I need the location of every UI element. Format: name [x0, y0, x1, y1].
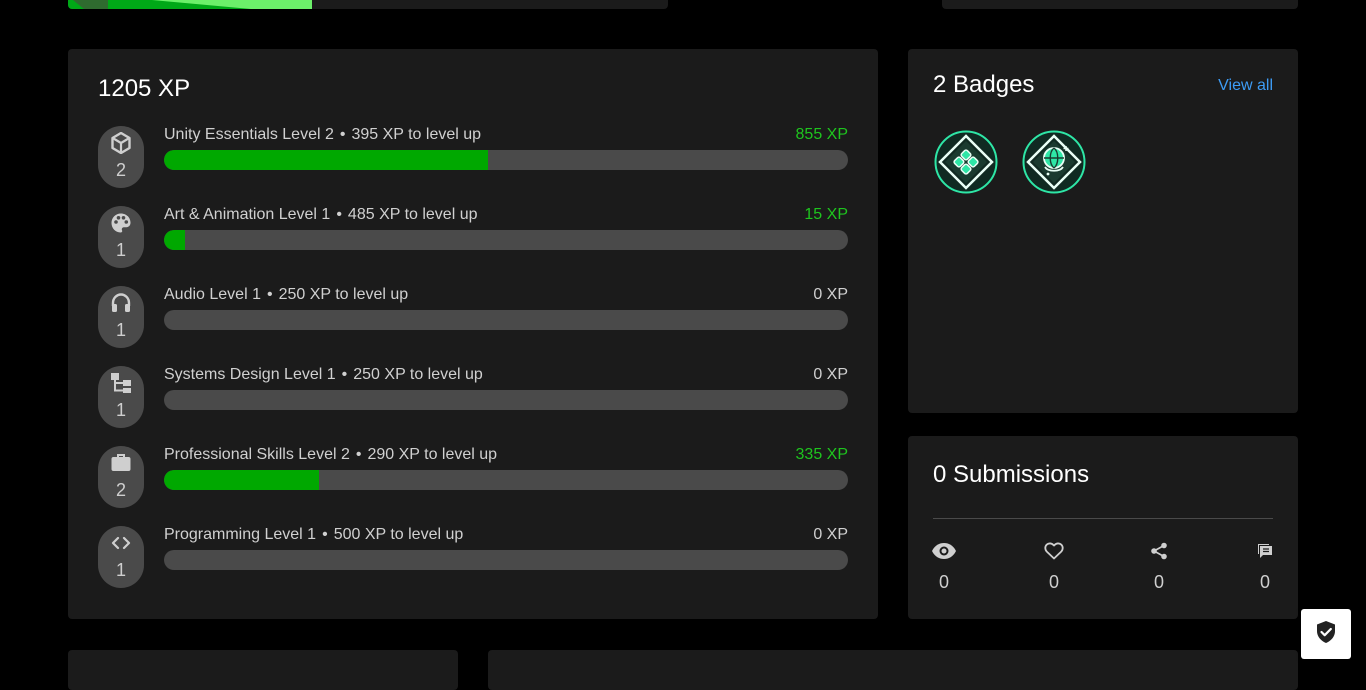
skill-xp-value: 0 XP: [813, 526, 848, 543]
privacy-settings-button[interactable]: [1301, 609, 1351, 659]
skill-level-number: 1: [115, 400, 126, 420]
skill-row-programming: 1 Programming Level 1 • 500 XP to level up…: [98, 526, 848, 590]
likes-count: 0: [1048, 572, 1059, 592]
shield-check-icon: [1315, 620, 1337, 649]
skill-title: Art & Animation Level 1 • 485 XP to level …: [164, 206, 478, 224]
skill-to-next: 250 XP to level up: [278, 286, 409, 303]
skill-progress-bar: [164, 230, 848, 250]
skill-to-next: 395 XP to level up: [351, 126, 482, 143]
skill-row-art-animation: 1 Art & Animation Level 1 • 485 XP to leve…: [98, 206, 848, 270]
xp-total: 1205 XP: [98, 75, 191, 102]
skill-row-audio: 1 Audio Level 1 • 250 XP to level up 0 XP: [98, 286, 848, 350]
skill-level-number: 2: [115, 160, 126, 180]
skill-level-badge: 2: [98, 446, 144, 508]
skill-level-badge: 2: [98, 126, 144, 188]
submissions-divider: [933, 518, 1273, 519]
separator-dot: •: [339, 126, 346, 143]
skill-row-professional-skills: 2 Professional Skills Level 2 • 290 XP to …: [98, 446, 848, 510]
skill-progress-fill: [164, 150, 489, 170]
separator-dot: •: [336, 206, 342, 223]
briefcase-icon: [110, 452, 132, 474]
palette-icon: [110, 212, 132, 234]
skill-name: Unity Essentials Level 2: [164, 126, 334, 143]
separator-dot: •: [322, 526, 328, 543]
xp-panel: 1205 XP 2 Unity Essentials Level 2 • 395 X…: [68, 49, 878, 619]
views-stat: 0: [924, 540, 964, 593]
bottom-right-card: [488, 650, 1298, 690]
likes-stat: 0: [1034, 540, 1074, 593]
skill-name: Systems Design Level 1: [164, 366, 336, 383]
game-controller-badge-icon[interactable]: [934, 130, 998, 194]
unity-icon: [110, 132, 132, 154]
badges-title: 2 Badges: [933, 71, 1035, 98]
skill-title: Programming Level 1 • 500 XP to level up: [164, 526, 463, 544]
share-icon: [1139, 540, 1179, 562]
top-progress-card: [68, 0, 668, 9]
skill-row-systems-design: 1 Systems Design Level 1 • 250 XP to level…: [98, 366, 848, 430]
skill-level-badge: 1: [98, 286, 144, 348]
skill-level-badge: 1: [98, 366, 144, 428]
skill-level-badge: 1: [98, 206, 144, 268]
skill-progress-bar: [164, 550, 848, 570]
skill-level-badge: 1: [98, 526, 144, 588]
skill-progress-bar: [164, 390, 848, 410]
skill-to-next: 500 XP to level up: [333, 526, 464, 543]
separator-dot: •: [355, 446, 362, 463]
skill-level-number: 2: [115, 480, 126, 500]
skill-xp-value: 855 XP: [795, 126, 848, 143]
shares-count: 0: [1153, 572, 1164, 592]
skill-to-next: 290 XP to level up: [367, 446, 498, 463]
skill-progress-fill: [164, 470, 320, 490]
top-right-card: [942, 0, 1298, 9]
skill-name: Audio Level 1: [164, 286, 261, 303]
globe-badge-icon[interactable]: [1022, 130, 1086, 194]
skill-progress-bar: [164, 150, 848, 170]
skill-xp-value: 0 XP: [813, 366, 848, 383]
heart-icon: [1034, 540, 1074, 562]
skill-level-number: 1: [115, 560, 126, 580]
separator-dot: •: [341, 366, 348, 383]
skill-name: Programming Level 1: [164, 526, 317, 543]
skill-progress-fill: [164, 230, 185, 250]
skill-xp-value: 15 XP: [804, 206, 848, 223]
skill-to-next: 485 XP to level up: [347, 206, 478, 223]
skill-to-next: 250 XP to level up: [353, 366, 483, 383]
view-all-badges-link[interactable]: View all: [1218, 77, 1273, 95]
skill-title: Unity Essentials Level 2 • 395 XP to level…: [164, 126, 481, 144]
comments-stat: 0: [1245, 540, 1285, 593]
skill-xp-value: 0 XP: [813, 286, 848, 303]
hierarchy-icon: [110, 372, 132, 394]
badges-panel: 2 Badges View all: [908, 49, 1298, 413]
code-icon: [110, 532, 132, 554]
skill-name: Art & Animation Level 1: [164, 206, 331, 223]
views-count: 0: [938, 572, 949, 592]
separator-dot: •: [266, 286, 273, 303]
comments-count: 0: [1259, 572, 1270, 592]
skill-progress-bar: [164, 470, 848, 490]
bottom-left-card: [68, 650, 458, 690]
skill-level-number: 1: [115, 320, 126, 340]
submissions-panel: 0 Submissions 0 0 0 0: [908, 436, 1298, 619]
shares-stat: 0: [1139, 540, 1179, 593]
headphones-icon: [110, 292, 132, 314]
skill-name: Professional Skills Level 2: [164, 446, 350, 463]
skill-level-number: 1: [115, 240, 126, 260]
skill-title: Systems Design Level 1 • 250 XP to level u…: [164, 366, 483, 384]
comment-icon: [1245, 540, 1285, 562]
skill-progress-bar: [164, 310, 848, 330]
skill-xp-value: 335 XP: [795, 446, 848, 463]
eye-icon: [924, 540, 964, 562]
skill-row-unity-essentials: 2 Unity Essentials Level 2 • 395 XP to lev…: [98, 126, 848, 190]
skill-title: Audio Level 1 • 250 XP to level up: [164, 286, 408, 304]
submissions-title: 0 Submissions: [933, 461, 1090, 488]
skill-title: Professional Skills Level 2 • 290 XP to le…: [164, 446, 497, 464]
